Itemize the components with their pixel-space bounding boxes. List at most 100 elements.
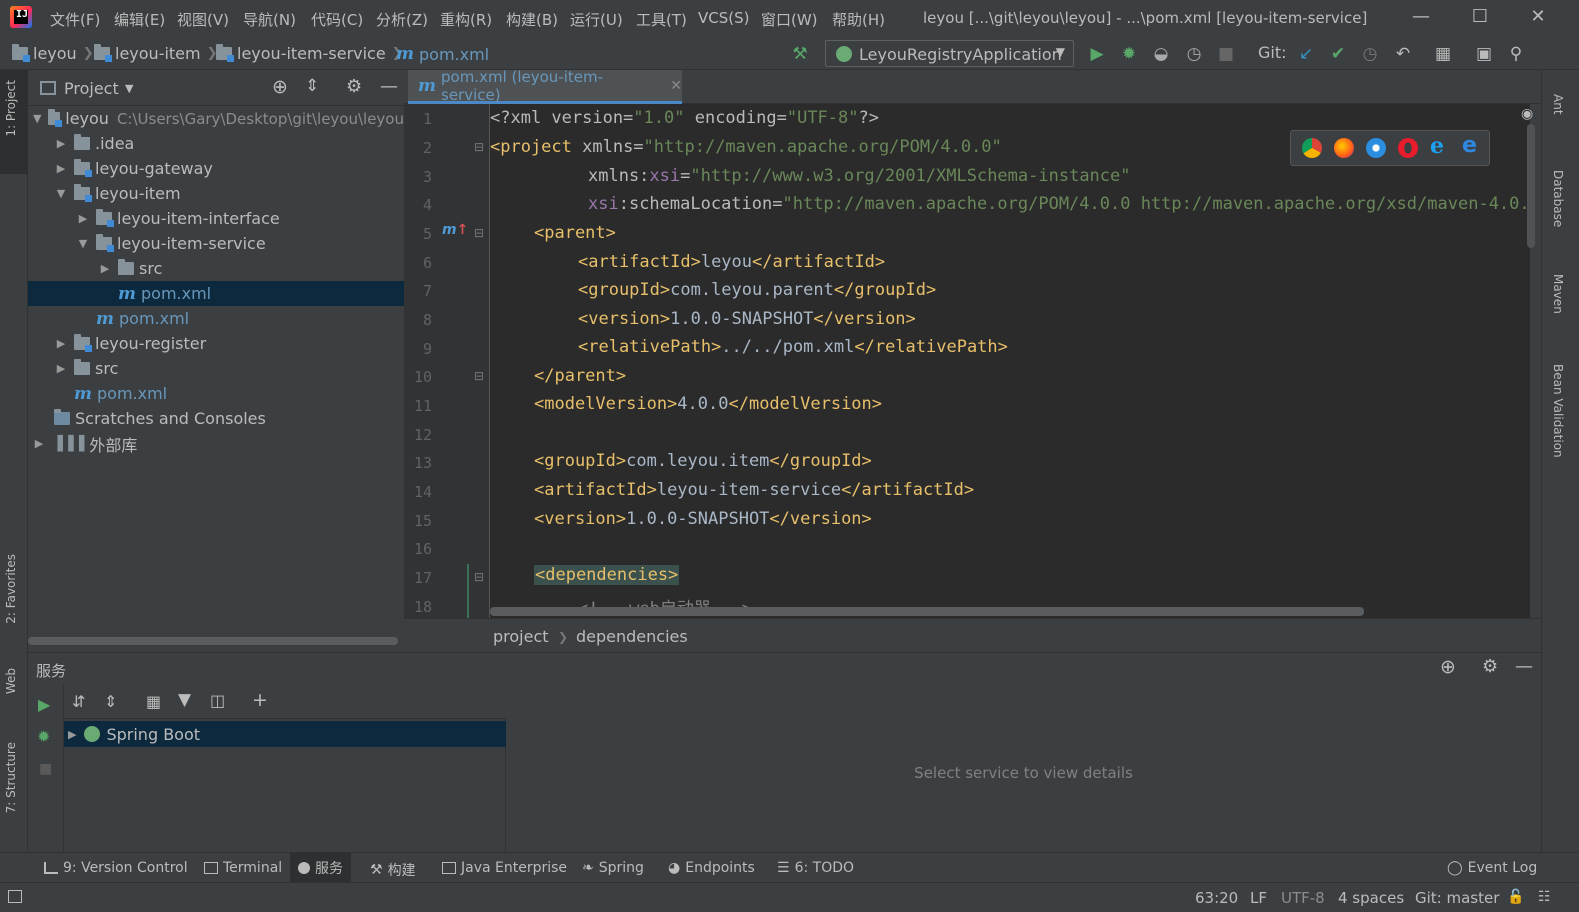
run-configuration-select[interactable]: LeyouRegistryApplication ▼ <box>825 40 1074 67</box>
tab-database[interactable]: Database <box>1551 170 1565 227</box>
menu-code[interactable]: 代码(C) <box>311 9 363 30</box>
gear-icon[interactable]: ⚙ <box>346 76 362 97</box>
tree-item-pom-item[interactable]: m pom.xml <box>28 306 404 331</box>
stop-icon[interactable]: ■ <box>1216 44 1236 64</box>
tree-item-src[interactable]: ▶ src <box>28 256 404 281</box>
menu-analyze[interactable]: 分析(Z) <box>376 9 428 30</box>
tree-item-idea[interactable]: ▶ .idea <box>28 131 404 156</box>
code-crumb-project[interactable]: project <box>493 627 549 646</box>
lock-icon[interactable]: 🔓 <box>1507 889 1524 905</box>
menu-run[interactable]: 运行(U) <box>570 9 623 30</box>
project-horizontal-scrollbar[interactable] <box>28 637 398 645</box>
collapsed-arrow-icon[interactable]: ▶ <box>54 162 68 175</box>
eye-icon[interactable]: ◉ <box>1521 106 1533 122</box>
editor-vertical-scrollbar[interactable] <box>1527 124 1535 248</box>
menu-refactor[interactable]: 重构(R) <box>440 9 492 30</box>
git-rollback-icon[interactable]: ↶ <box>1393 44 1413 64</box>
close-tab-icon[interactable]: ✕ <box>670 78 682 94</box>
add-service-icon[interactable]: + <box>252 689 268 711</box>
opera-icon[interactable] <box>1398 138 1418 158</box>
locate-icon[interactable]: ⊕ <box>272 76 288 98</box>
chrome-icon[interactable] <box>1302 138 1322 158</box>
menu-file[interactable]: 文件(F) <box>50 9 100 30</box>
editor-tab-pom[interactable]: m pom.xml (leyou-item-service) ✕ <box>408 68 682 104</box>
menu-build[interactable]: 构建(B) <box>506 9 558 30</box>
collapsed-arrow-icon[interactable]: ▶ <box>68 728 76 741</box>
code-crumb-dependencies[interactable]: dependencies <box>576 627 688 646</box>
menu-edit[interactable]: 编辑(E) <box>114 9 165 30</box>
tree-item-leyou-item[interactable]: ▼ leyou-item <box>28 181 404 206</box>
edge-icon[interactable]: e <box>1462 133 1482 158</box>
git-branch[interactable]: Git: master <box>1415 889 1499 907</box>
fold-icon[interactable]: ⊟ <box>474 570 484 584</box>
expand-all-icon[interactable]: ⇵ <box>72 692 85 711</box>
tool-todo[interactable]: ☰ 6: TODO <box>777 860 854 876</box>
maven-parent-navigate-icon[interactable]: m↑ <box>442 222 468 238</box>
safari-icon[interactable] <box>1366 138 1386 158</box>
tree-item-pom-service[interactable]: m pom.xml <box>28 281 404 306</box>
tool-endpoints[interactable]: ◕ Endpoints <box>668 860 755 876</box>
firefox-icon[interactable] <box>1334 138 1354 158</box>
git-update-icon[interactable]: ↙ <box>1296 44 1316 64</box>
collapse-all-icon[interactable]: ⇕ <box>104 692 117 711</box>
collapsed-arrow-icon[interactable]: ▶ <box>98 262 112 275</box>
fold-icon[interactable]: ⊟ <box>474 226 484 240</box>
tree-item-scratches[interactable]: Scratches and Consoles <box>28 406 404 431</box>
menu-window[interactable]: 窗口(W) <box>761 9 818 30</box>
tree-item-leyou-gateway[interactable]: ▶ leyou-gateway <box>28 156 404 181</box>
menu-navigate[interactable]: 导航(N) <box>243 9 296 30</box>
expanded-arrow-icon[interactable]: ▼ <box>76 237 90 250</box>
project-view-select[interactable]: Project <box>64 79 119 98</box>
nav-crumb-leyou-item-service[interactable]: leyou-item-service ❯ <box>216 44 409 63</box>
tree-item-leyou[interactable]: ▼ leyou C:\Users\Gary\Desktop\git\leyou\le… <box>28 106 404 131</box>
fold-icon[interactable]: ⊟ <box>474 369 484 383</box>
profile-icon[interactable]: ◷ <box>1184 44 1204 64</box>
tree-item-src-root[interactable]: ▶ src <box>28 356 404 381</box>
tab-structure[interactable]: 7: Structure <box>4 742 18 813</box>
tool-build[interactable]: ⚒ 构建 <box>370 860 416 880</box>
tree-item-leyou-register[interactable]: ▶ leyou-register <box>28 331 404 356</box>
run-icon[interactable]: ▶ <box>38 695 50 714</box>
stop-icon[interactable]: ■ <box>39 761 52 777</box>
tool-windows-toggle-icon[interactable] <box>8 890 22 903</box>
collapsed-arrow-icon[interactable]: ▶ <box>54 337 68 350</box>
file-encoding[interactable]: UTF-8 <box>1281 889 1325 907</box>
menu-view[interactable]: 视图(V) <box>177 9 229 30</box>
run-icon[interactable]: ▶ <box>1087 44 1107 64</box>
editor-horizontal-scrollbar[interactable] <box>490 607 1364 616</box>
tree-item-spring-boot[interactable]: ▶ Spring Boot <box>64 721 506 747</box>
hide-panel-icon[interactable]: — <box>1515 656 1533 677</box>
search-icon[interactable]: ⚲ <box>1506 44 1526 64</box>
tab-project[interactable]: 1: Project <box>4 80 18 137</box>
debug-icon[interactable]: ✹ <box>1119 44 1139 64</box>
tab-bean-validation[interactable]: Bean Validation <box>1551 364 1565 458</box>
expanded-arrow-icon[interactable]: ▼ <box>32 112 42 125</box>
tree-item-leyou-item-interface[interactable]: ▶ leyou-item-interface <box>28 206 404 231</box>
code-editor[interactable]: <?xml version="1.0" encoding="UTF-8"?> <… <box>490 104 1530 618</box>
tree-item-pom-root[interactable]: m pom.xml <box>28 381 404 406</box>
coverage-icon[interactable]: ◒ <box>1151 44 1171 64</box>
git-history-icon[interactable]: ◷ <box>1360 44 1380 64</box>
locate-icon[interactable]: ⊕ <box>1440 656 1456 678</box>
expanded-arrow-icon[interactable]: ▼ <box>54 187 68 200</box>
collapsed-arrow-icon[interactable]: ▶ <box>32 437 46 450</box>
filter-icon[interactable]: ▼ <box>178 690 191 710</box>
line-separator[interactable]: LF <box>1250 889 1267 907</box>
nav-crumb-leyou-item[interactable]: leyou-item ❯ <box>94 44 224 63</box>
tool-terminal[interactable]: Terminal <box>204 860 282 876</box>
git-commit-icon[interactable]: ✔ <box>1328 44 1348 64</box>
internet-explorer-icon[interactable]: e <box>1430 133 1450 159</box>
tab-web[interactable]: Web <box>4 668 18 694</box>
gear-icon[interactable]: ⚙ <box>1482 656 1498 677</box>
tool-java-enterprise[interactable]: Java Enterprise <box>442 860 567 876</box>
chevron-down-icon[interactable]: ▼ <box>125 82 133 95</box>
collapsed-arrow-icon[interactable]: ▶ <box>76 212 90 225</box>
tool-version-control[interactable]: 9: Version Control <box>44 860 188 876</box>
nav-crumb-pom[interactable]: m pom.xml <box>396 44 489 64</box>
memory-indicator-icon[interactable]: ☷ <box>1538 889 1551 905</box>
tab-favorites[interactable]: 2: Favorites <box>4 554 18 624</box>
collapse-all-icon[interactable]: ⇕ <box>305 76 319 96</box>
tree-item-external-libraries[interactable]: ▶ ▐▐▐ 外部库 <box>28 431 404 456</box>
indent-setting[interactable]: 4 spaces <box>1338 889 1404 907</box>
caret-position[interactable]: 63:20 <box>1195 889 1238 907</box>
